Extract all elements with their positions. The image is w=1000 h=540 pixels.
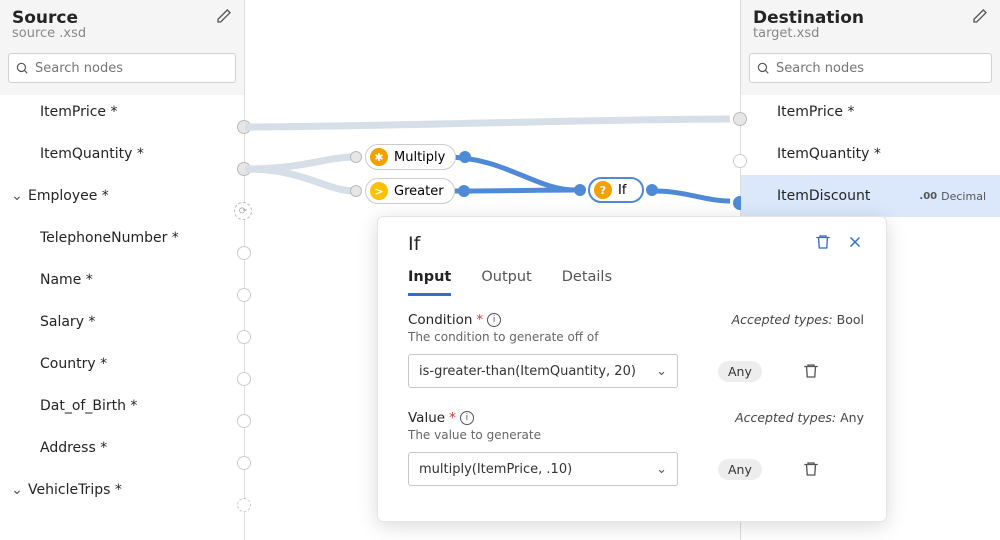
trash-icon[interactable] (814, 233, 832, 251)
source-item[interactable]: ItemPrice * (0, 91, 244, 133)
tab-output[interactable]: Output (481, 265, 531, 296)
value-input[interactable]: multiply(ItemPrice, .10) ⌄ (408, 452, 678, 486)
destination-search[interactable] (749, 53, 992, 83)
source-item[interactable]: Name * (0, 259, 244, 301)
destination-item[interactable]: ItemQuantity * (741, 133, 1000, 175)
condition-label: Condition* i (408, 312, 598, 328)
trash-icon[interactable] (802, 460, 820, 478)
multiply-node[interactable]: ✱ Multiply (365, 144, 456, 170)
tab-details[interactable]: Details (562, 265, 612, 296)
destination-item[interactable]: ItemPrice * (741, 91, 1000, 133)
source-panel: Source source .xsd ItemPrice * ItemQuant… (0, 0, 245, 540)
info-icon[interactable]: i (487, 313, 501, 327)
destination-title: Destination (753, 8, 864, 28)
source-item[interactable]: ItemQuantity * (0, 133, 244, 175)
node-properties-popover: If Input Output Details Condition* i The… (377, 216, 887, 522)
source-file: source .xsd (12, 26, 86, 41)
port-icon[interactable] (574, 184, 586, 196)
greater-icon: > (370, 182, 388, 200)
source-item[interactable]: Dat_of_Birth * (0, 385, 244, 427)
condition-input[interactable]: is-greater-than(ItemQuantity, 20) ⌄ (408, 354, 678, 388)
condition-accepted: Accepted types: Bool (732, 312, 864, 327)
value-hint: The value to generate (408, 428, 541, 442)
type-pill: Any (718, 361, 762, 382)
pencil-icon[interactable] (972, 8, 988, 24)
source-item[interactable]: TelephoneNumber * (0, 217, 244, 259)
source-item[interactable]: Salary * (0, 301, 244, 343)
info-icon[interactable]: i (460, 411, 474, 425)
destination-item[interactable]: ItemDiscount .00Decimal (741, 175, 1000, 217)
question-icon: ? (594, 181, 612, 199)
search-icon (756, 61, 770, 75)
greater-node[interactable]: > Greater (365, 178, 455, 204)
value-accepted: Accepted types: Any (735, 410, 864, 425)
chevron-down-icon: ⌄ (656, 462, 667, 477)
port-icon[interactable] (459, 151, 471, 163)
port-icon[interactable] (646, 184, 658, 196)
trash-icon[interactable] (802, 362, 820, 380)
chevron-down-icon: ⌄ (656, 364, 667, 379)
source-title: Source (12, 8, 86, 28)
popover-title: If (408, 233, 420, 255)
search-icon (15, 61, 29, 75)
source-search[interactable] (8, 53, 236, 83)
multiply-icon: ✱ (370, 148, 388, 166)
port-icon[interactable] (350, 185, 362, 197)
source-item[interactable]: Country * (0, 343, 244, 385)
port-icon[interactable] (350, 151, 362, 163)
type-badge: .00Decimal (919, 190, 986, 203)
port-icon[interactable] (458, 185, 470, 197)
if-node[interactable]: ? If (588, 177, 644, 203)
condition-hint: The condition to generate off of (408, 330, 598, 344)
type-pill: Any (718, 459, 762, 480)
pencil-icon[interactable] (216, 8, 232, 24)
value-label: Value* i (408, 410, 541, 426)
destination-file: target.xsd (753, 26, 864, 41)
destination-search-input[interactable] (776, 61, 985, 76)
chevron-down-icon: ⌄ (10, 188, 24, 204)
chevron-down-icon: ⌄ (10, 482, 24, 498)
source-item[interactable]: ⌄VehicleTrips * (0, 469, 244, 511)
source-search-input[interactable] (35, 61, 229, 76)
close-icon[interactable] (846, 233, 864, 251)
source-item[interactable]: ⌄Employee * (0, 175, 244, 217)
tab-input[interactable]: Input (408, 265, 451, 296)
source-item[interactable]: Address * (0, 427, 244, 469)
popover-tabs: Input Output Details (408, 265, 864, 296)
